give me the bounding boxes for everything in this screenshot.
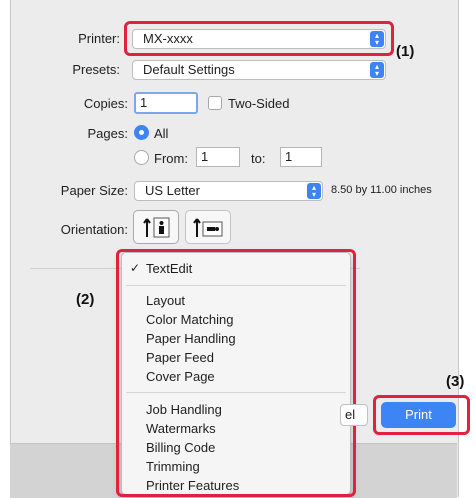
highlight-box-2 [116, 249, 356, 497]
paper-size-label: Paper Size: [60, 183, 128, 198]
paper-size-select[interactable]: US Letter ▴ ▾ [134, 181, 323, 201]
callout-1: (1) [396, 43, 415, 60]
from-radio[interactable] [134, 150, 149, 165]
copies-field[interactable]: 1 [134, 92, 198, 114]
presets-select[interactable]: Default Settings ▴ ▾ [132, 60, 386, 80]
pages-label: Pages: [87, 126, 128, 141]
highlight-box-3 [373, 395, 470, 435]
printer-label: Printer: [78, 31, 120, 46]
from-field[interactable]: 1 [196, 147, 240, 167]
presets-value: Default Settings [143, 62, 235, 77]
to-label: to: [251, 151, 266, 166]
two-sided-checkbox[interactable] [208, 96, 222, 110]
stepper-icon: ▴ ▾ [307, 183, 321, 199]
landscape-orientation-icon [193, 218, 223, 237]
callout-3: (3) [446, 373, 465, 390]
cancel-button[interactable]: el [340, 404, 368, 426]
callout-2: (2) [76, 291, 95, 308]
all-radio[interactable] [134, 125, 149, 140]
orientation-label: Orientation: [60, 222, 128, 237]
paper-size-value: US Letter [145, 183, 200, 198]
from-label: From: [154, 151, 188, 166]
to-field[interactable]: 1 [280, 147, 322, 167]
paper-dimensions: 8.50 by 11.00 inches [331, 184, 432, 196]
radio-dot-icon [139, 130, 144, 135]
portrait-orientation-icon [143, 217, 170, 238]
landscape-button[interactable] [185, 210, 231, 244]
portrait-button[interactable] [133, 210, 179, 244]
highlight-box-1 [124, 21, 394, 56]
stepper-icon: ▴ ▾ [370, 62, 384, 78]
presets-label: Presets: [72, 62, 120, 77]
all-label: All [154, 126, 169, 141]
copies-label: Copies: [83, 96, 128, 111]
two-sided-label: Two-Sided [228, 96, 290, 111]
